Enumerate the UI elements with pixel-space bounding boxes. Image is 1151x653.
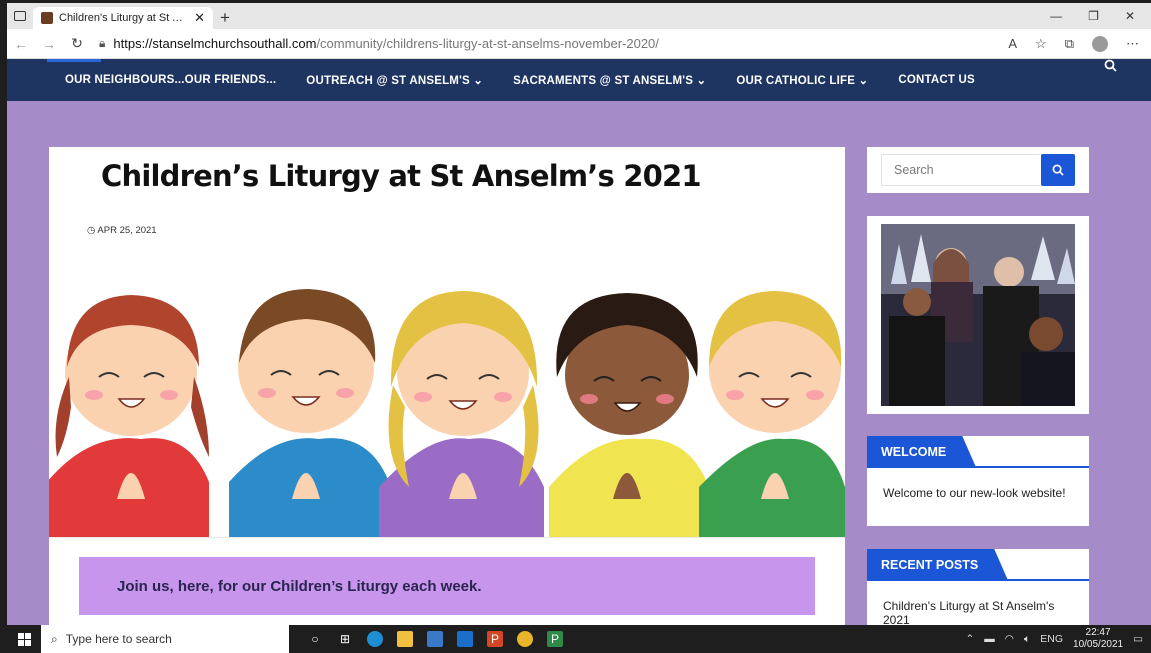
project-icon[interactable]: P — [547, 631, 563, 647]
tab-actions-icon[interactable] — [7, 3, 33, 29]
post-date-text: APR 25, 2021 — [97, 225, 157, 236]
more-icon[interactable]: ⋯ — [1126, 36, 1139, 52]
announcement-banner: Join us, here, for our Children’s Liturg… — [79, 557, 815, 615]
refresh-icon[interactable]: ↻ — [63, 35, 91, 52]
recent-posts-widget: RECENT POSTS Children's Liturgy at St An… — [867, 549, 1089, 625]
windows-icon — [17, 632, 31, 646]
nav-item-contact[interactable]: CONTACT US — [898, 74, 975, 86]
taskbar-apps: ○ ⊞ P P — [307, 631, 563, 647]
powerpoint-icon[interactable]: P — [487, 631, 503, 647]
mail-icon[interactable] — [457, 631, 473, 647]
taskbar: ⌕ Type here to search ○ ⊞ P P ⌃ ▬ ◠ 🔈︎ E… — [7, 625, 1151, 653]
search-widget: Search — [867, 147, 1089, 193]
chrome-icon[interactable] — [517, 631, 533, 647]
tab-title: Children's Liturgy at St Anselm's — [59, 12, 188, 24]
page-body: Children’s Liturgy at St Anselm’s 2021 ◷… — [7, 101, 1151, 625]
nav-search-icon[interactable] — [1104, 59, 1117, 75]
clock[interactable]: 22:47 10/05/2021 — [1073, 627, 1123, 651]
clock-icon: ◷ — [87, 225, 96, 236]
child-red-shirt — [49, 295, 209, 537]
forward-icon[interactable]: → — [35, 36, 63, 52]
favicon-icon — [41, 12, 53, 24]
welcome-text: Welcome to our new-look website! — [883, 486, 1066, 500]
child-yellow-shirt — [549, 293, 709, 537]
search-icon: ⌕ — [51, 631, 58, 646]
recent-header: RECENT POSTS — [867, 549, 1089, 581]
post-card: Children’s Liturgy at St Anselm’s 2021 ◷… — [49, 147, 845, 625]
clock-date: 10/05/2021 — [1073, 639, 1124, 650]
address-bar: ← → ↻ 🔒︎ https://stanselmchurchsouthall.… — [7, 29, 1151, 59]
tab-bar: Children's Liturgy at St Anselm's ✕ + — … — [7, 3, 1151, 29]
recent-heading: RECENT POSTS — [867, 549, 1008, 581]
minimize-icon[interactable]: — — [1050, 9, 1062, 23]
welcome-widget: WELCOME Welcome to our new-look website! — [867, 436, 1089, 526]
system-tray: ⌃ ▬ ◠ 🔈︎ ENG 22:47 10/05/2021 ▭ — [965, 627, 1151, 651]
search-button[interactable] — [1041, 154, 1075, 186]
url-path: /community/childrens-liturgy-at-st-ansel… — [316, 36, 659, 51]
divider — [49, 537, 845, 538]
nav-accent-bar — [47, 59, 101, 62]
children-praying-illustration — [49, 289, 845, 537]
search-icon — [1052, 164, 1064, 176]
recent-post-link[interactable]: Children's Liturgy at St Anselm's 2021 — [867, 581, 1089, 625]
collections-icon[interactable]: ⧉ — [1065, 36, 1074, 52]
read-aloud-icon[interactable]: A — [1008, 36, 1017, 51]
file-explorer-icon[interactable] — [397, 631, 413, 647]
welcome-heading: WELCOME — [867, 436, 976, 468]
start-button[interactable] — [7, 632, 41, 646]
post-title: Children’s Liturgy at St Anselm’s 2021 — [101, 159, 702, 193]
task-view-icon[interactable]: ⊞ — [337, 631, 353, 647]
nav-item-sacraments[interactable]: SACRAMENTS @ ST ANSELM'S ⌄ — [513, 73, 706, 87]
child-purple-shirt — [379, 291, 544, 537]
wifi-icon[interactable]: ◠ — [1005, 633, 1014, 645]
maximize-icon[interactable]: ❐ — [1088, 9, 1099, 23]
browser-actions: A ☆ ⧉ ⋯ — [1008, 35, 1151, 52]
taskbar-search[interactable]: ⌕ Type here to search — [41, 625, 289, 653]
notifications-icon[interactable]: ▭ — [1133, 633, 1143, 645]
window-controls: — ❐ ✕ — [1050, 3, 1151, 29]
back-icon[interactable]: ← — [7, 36, 35, 52]
favorites-icon[interactable]: ☆ — [1035, 36, 1047, 52]
child-blue-shirt — [229, 289, 389, 537]
battery-icon[interactable]: ▬ — [984, 633, 995, 645]
nav-item-neighbours[interactable]: OUR NEIGHBOURS...OUR FRIENDS... — [65, 74, 276, 86]
new-tab-button[interactable]: + — [213, 7, 237, 29]
language-indicator[interactable]: ENG — [1040, 633, 1063, 645]
store-icon[interactable] — [427, 631, 443, 647]
child-green-shirt — [699, 291, 845, 537]
edge-icon[interactable] — [367, 631, 383, 647]
close-window-icon[interactable]: ✕ — [1125, 9, 1135, 23]
url-field[interactable]: 🔒︎ https://stanselmchurchsouthall.com /c… — [91, 32, 1008, 56]
search-input[interactable]: Search — [881, 154, 1041, 186]
nav-item-outreach[interactable]: OUTREACH @ ST ANSELM'S ⌄ — [306, 73, 483, 87]
site-nav: OUR NEIGHBOURS...OUR FRIENDS... OUTREACH… — [7, 59, 1151, 101]
nav-item-catholic-life[interactable]: OUR CATHOLIC LIFE ⌄ — [736, 73, 868, 87]
cortana-icon[interactable]: ○ — [307, 631, 323, 647]
taskbar-search-text: Type here to search — [65, 632, 172, 646]
volume-icon[interactable]: 🔈︎ — [1024, 633, 1030, 646]
browser-tab[interactable]: Children's Liturgy at St Anselm's ✕ — [33, 7, 213, 29]
clock-time: 22:47 — [1085, 627, 1111, 638]
url-host: https://stanselmchurchsouthall.com — [113, 36, 317, 51]
photo-widget — [867, 216, 1089, 414]
profile-avatar[interactable] — [1092, 35, 1108, 52]
post-date: ◷ APR 25, 2021 — [87, 225, 157, 236]
group-photo — [881, 224, 1075, 406]
chevron-up-icon[interactable]: ⌃ — [965, 633, 974, 645]
close-tab-icon[interactable]: ✕ — [194, 10, 205, 26]
lock-icon: 🔒︎ — [99, 36, 106, 50]
browser-window: Children's Liturgy at St Anselm's ✕ + — … — [7, 3, 1151, 653]
welcome-header: WELCOME — [867, 436, 1089, 468]
